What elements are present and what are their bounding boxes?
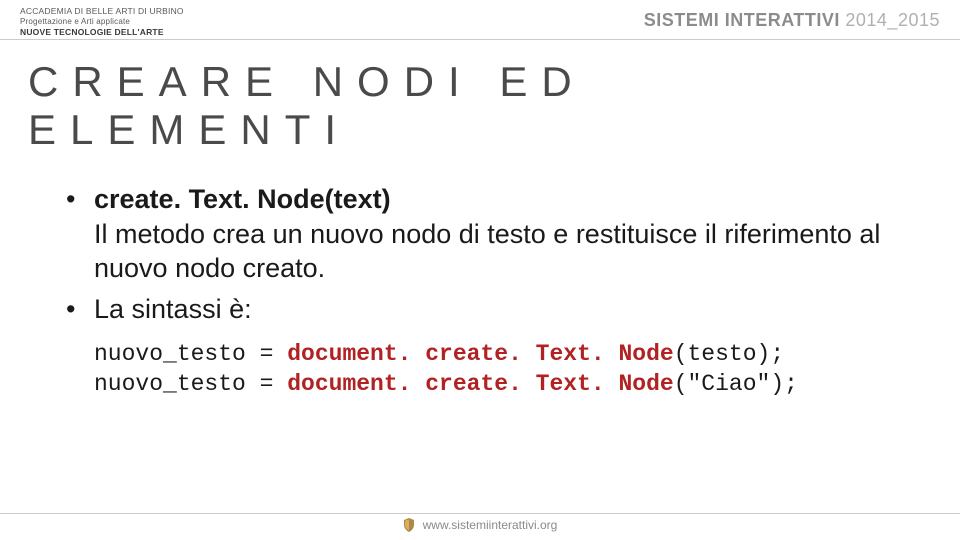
course-label: SISTEMI INTERATTIVI 2014_2015 (644, 6, 940, 31)
slide-title: CREARE NODI ED ELEMENTI (0, 40, 960, 164)
institution-line1: ACCADEMIA DI BELLE ARTI DI URBINO (20, 6, 184, 17)
slide-footer: www.sistemiinterattivi.org (0, 513, 960, 532)
shield-icon (403, 518, 415, 532)
code-block: nuovo_testo = document. create. Text. No… (0, 332, 960, 400)
institution-line2: Progettazione e Arti applicate (20, 17, 184, 27)
institution-block: ACCADEMIA DI BELLE ARTI DI URBINO Proget… (20, 6, 184, 37)
bullet-item: La sintassi è: (60, 292, 920, 327)
code-text: nuovo_testo = (94, 371, 287, 397)
method-desc: Il metodo crea un nuovo nodo di testo e … (94, 219, 880, 284)
method-name: create. Text. Node(text) (94, 184, 391, 214)
code-keyword: document. create. Text. Node (287, 371, 673, 397)
code-keyword: document. create. Text. Node (287, 341, 673, 367)
code-text: nuovo_testo = (94, 341, 287, 367)
bullet-item: create. Text. Node(text) Il metodo crea … (60, 182, 920, 286)
code-text: ("Ciao"); (674, 371, 798, 397)
course-year: 2014_2015 (845, 10, 940, 30)
footer-url: www.sistemiinterattivi.org (423, 518, 558, 532)
code-text: (testo); (674, 341, 784, 367)
bullet-text: La sintassi è: (94, 294, 252, 324)
bullet-list: create. Text. Node(text) Il metodo crea … (60, 182, 920, 326)
slide-header: ACCADEMIA DI BELLE ARTI DI URBINO Proget… (0, 0, 960, 40)
institution-line3: NUOVE TECNOLOGIE DELL'ARTE (20, 27, 184, 38)
slide-body: create. Text. Node(text) Il metodo crea … (0, 164, 960, 326)
course-name: SISTEMI INTERATTIVI (644, 10, 840, 30)
